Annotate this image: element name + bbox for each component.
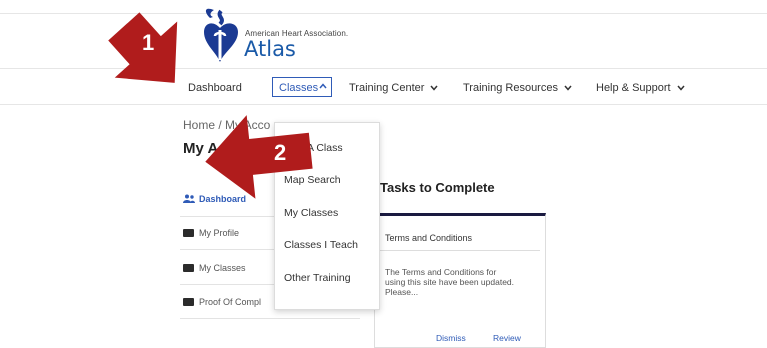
nav-divider [0,104,767,105]
task-card-divider [380,250,540,251]
chevron-down-icon [677,85,685,91]
sidebar-item-my-classes[interactable]: My Classes [183,263,246,273]
id-card-icon [183,229,194,237]
nav-training-resources-label: Training Resources [463,82,558,94]
nav-training-resources[interactable]: Training Resources [463,82,572,94]
sidebar-divider [180,318,360,319]
callout-arrow-2 [205,115,313,199]
dismiss-button[interactable]: Dismiss [436,333,466,343]
dropdown-item-other-training[interactable]: Other Training [284,272,351,284]
nav-training-center-label: Training Center [349,82,425,94]
sidebar-item-label: My Profile [199,228,240,238]
callout-number-2: 2 [274,140,287,165]
task-card-text: The Terms and Conditions for using this … [385,267,515,297]
sidebar-item-my-profile[interactable]: My Profile [183,228,239,238]
id-card-icon [183,298,194,306]
sidebar-item-proof-of-completion[interactable]: Proof Of Compl [183,297,261,307]
chevron-down-icon [564,85,572,91]
app-name: Atlas [244,37,296,61]
review-button[interactable]: Review [493,333,521,343]
tasks-heading: Tasks to Complete [380,180,495,195]
nav-training-center[interactable]: Training Center [349,82,439,94]
id-card-icon [183,264,194,272]
chevron-down-icon [430,85,439,91]
sidebar-item-label: My Classes [199,263,246,273]
dropdown-item-my-classes[interactable]: My Classes [284,207,338,219]
callout-number-1: 1 [142,30,155,55]
nav-classes-label: Classes [279,82,319,94]
callout-arrow-1 [108,12,178,83]
dropdown-item-classes-i-teach[interactable]: Classes I Teach [284,239,358,251]
sidebar-item-label: Proof Of Compl [199,297,262,307]
nav-help-support-label: Help & Support [596,82,671,94]
task-card-title: Terms and Conditions [385,233,473,243]
users-icon [183,194,195,203]
chevron-up-icon [319,83,327,89]
nav-help-support[interactable]: Help & Support [596,82,685,94]
